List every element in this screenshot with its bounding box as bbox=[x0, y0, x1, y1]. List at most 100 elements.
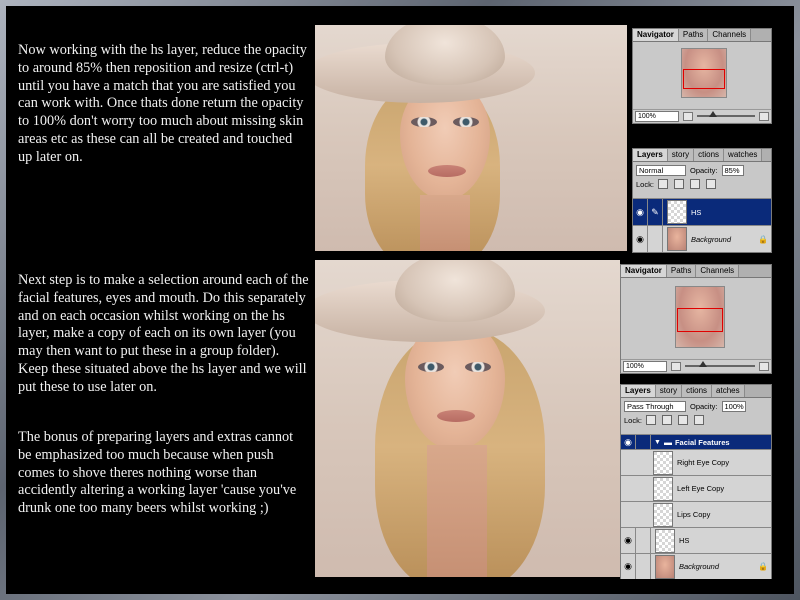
opacity-label: Opacity: bbox=[690, 402, 718, 411]
navigator-panel: Navigator Paths Channels 100% bbox=[632, 28, 772, 124]
photo-woman-cowboy-hat-1 bbox=[315, 25, 627, 251]
link-box[interactable] bbox=[636, 435, 651, 449]
lock-transparency-checkbox[interactable] bbox=[657, 179, 668, 189]
folder-expand-icon[interactable]: ▼ bbox=[654, 439, 661, 446]
lock-label: Lock: bbox=[636, 179, 654, 189]
opacity-field[interactable]: 85% bbox=[721, 165, 744, 176]
lock-all-checkbox[interactable] bbox=[705, 179, 716, 189]
layer-name: Left Eye Copy bbox=[677, 484, 725, 493]
tab-layers[interactable]: Layers bbox=[621, 385, 656, 397]
layers-panel-2: Layers story ctions atches Pass Through … bbox=[620, 384, 772, 579]
zoom-in-icon[interactable] bbox=[759, 361, 769, 371]
layer-row-left-eye-copy[interactable]: Left Eye Copy bbox=[621, 475, 771, 501]
tab-history[interactable]: story bbox=[667, 149, 695, 161]
blend-mode-select[interactable]: Normal bbox=[636, 165, 686, 176]
lock-position-checkbox[interactable] bbox=[677, 415, 688, 425]
zoom-slider[interactable] bbox=[697, 111, 755, 117]
lock-label: Lock: bbox=[624, 415, 642, 425]
tab-layers[interactable]: Layers bbox=[633, 149, 668, 161]
lock-row: Lock: bbox=[621, 415, 771, 425]
navigator-zoom-row: 100% bbox=[633, 109, 771, 122]
opacity-label: Opacity: bbox=[690, 166, 718, 175]
lock-position-checkbox[interactable] bbox=[689, 179, 700, 189]
brush-icon[interactable]: ✎ bbox=[648, 199, 663, 225]
link-box[interactable] bbox=[648, 226, 663, 252]
tab-actions[interactable]: ctions bbox=[682, 385, 713, 397]
layer-row-right-eye-copy[interactable]: Right Eye Copy bbox=[621, 449, 771, 475]
zoom-slider[interactable] bbox=[685, 361, 755, 367]
layers-panel: Layers story ctions watches Normal Opaci… bbox=[632, 148, 772, 253]
opacity-field[interactable]: 100% bbox=[721, 401, 746, 412]
tab-navigator[interactable]: Navigator bbox=[621, 265, 667, 277]
visibility-eye-icon[interactable]: ◉ bbox=[633, 199, 648, 225]
layer-group-facial-features[interactable]: ◉ ▼ ▬ Facial Features bbox=[621, 434, 771, 449]
tab-channels[interactable]: Channels bbox=[708, 29, 752, 41]
navigator-view-box[interactable] bbox=[683, 69, 725, 89]
page-frame: Now working with the hs layer, reduce th… bbox=[0, 0, 800, 600]
lock-all-checkbox[interactable] bbox=[693, 415, 704, 425]
zoom-in-icon[interactable] bbox=[759, 111, 769, 121]
tab-swatches[interactable]: watches bbox=[724, 149, 763, 161]
content-area: Now working with the hs layer, reduce th… bbox=[6, 6, 794, 594]
layer-thumbnail bbox=[653, 476, 673, 501]
layer-thumbnail bbox=[653, 502, 673, 527]
navigator-panel-2: Navigator Paths Channels 100% bbox=[620, 264, 772, 374]
lock-image-checkbox[interactable] bbox=[661, 415, 672, 425]
zoom-field[interactable]: 100% bbox=[635, 110, 679, 122]
lock-image-checkbox[interactable] bbox=[673, 179, 684, 189]
layer-name: HS bbox=[679, 536, 690, 545]
instruction-paragraph-1: Now working with the hs layer, reduce th… bbox=[18, 42, 307, 165]
folder-name: Facial Features bbox=[674, 437, 730, 447]
tab-history[interactable]: story bbox=[655, 385, 683, 397]
screenshot-2 bbox=[315, 260, 620, 577]
zoom-out-icon[interactable] bbox=[671, 361, 681, 371]
photo-woman-cowboy-hat-2 bbox=[315, 260, 620, 577]
blend-row: Pass Through Opacity: 100% bbox=[621, 401, 771, 412]
lock-row: Lock: bbox=[633, 179, 771, 189]
layer-row-hs[interactable]: ◉ HS bbox=[621, 527, 771, 553]
tab-actions[interactable]: ctions bbox=[694, 149, 725, 161]
lock-icon: 🔒 bbox=[758, 562, 768, 571]
lock-icon: 🔒 bbox=[758, 234, 768, 244]
layer-name: Background bbox=[691, 234, 732, 244]
tab-paths[interactable]: Paths bbox=[666, 265, 697, 277]
tab-paths[interactable]: Paths bbox=[678, 29, 709, 41]
layer-thumbnail bbox=[667, 227, 687, 251]
layer-thumbnail bbox=[667, 200, 687, 224]
tab-swatches[interactable]: atches bbox=[712, 385, 745, 397]
link-box[interactable] bbox=[636, 528, 651, 553]
layer-row-hs[interactable]: ◉ ✎ HS bbox=[633, 198, 771, 225]
screenshot-1 bbox=[315, 25, 627, 251]
navigator-view-box[interactable] bbox=[677, 308, 723, 332]
layers-body: Normal Opacity: 85% Lock: ◉ ✎ HS ◉ Backg… bbox=[633, 162, 771, 252]
layer-name: Lips Copy bbox=[677, 510, 711, 519]
visibility-eye-icon[interactable]: ◉ bbox=[621, 435, 636, 449]
navigator-preview bbox=[621, 278, 771, 358]
zoom-field[interactable]: 100% bbox=[623, 360, 667, 372]
link-box[interactable] bbox=[636, 554, 651, 579]
blend-mode-select[interactable]: Pass Through bbox=[624, 401, 686, 412]
tab-channels[interactable]: Channels bbox=[696, 265, 740, 277]
layer-row-lips-copy[interactable]: Lips Copy bbox=[621, 501, 771, 527]
blend-row: Normal Opacity: 85% bbox=[633, 165, 771, 176]
folder-icon: ▬ bbox=[663, 437, 672, 447]
layers-tabs: Layers story ctions watches bbox=[633, 149, 771, 162]
layer-thumbnail bbox=[655, 554, 675, 579]
layer-thumbnail bbox=[655, 528, 675, 553]
navigator-preview bbox=[633, 42, 771, 108]
navigator-tabs: Navigator Paths Channels bbox=[633, 29, 771, 42]
instruction-paragraph-2: Next step is to make a selection around … bbox=[18, 272, 309, 395]
layer-thumbnail bbox=[653, 450, 673, 475]
navigator-tabs: Navigator Paths Channels bbox=[621, 265, 771, 278]
lock-transparency-checkbox[interactable] bbox=[645, 415, 656, 425]
layer-row-background[interactable]: ◉ Background 🔒 bbox=[621, 553, 771, 579]
navigator-zoom-row: 100% bbox=[621, 359, 771, 372]
layer-name: Right Eye Copy bbox=[677, 458, 730, 467]
zoom-out-icon[interactable] bbox=[683, 111, 693, 121]
tab-navigator[interactable]: Navigator bbox=[633, 29, 679, 41]
layer-name: HS bbox=[691, 207, 702, 217]
visibility-eye-icon[interactable]: ◉ bbox=[621, 554, 636, 579]
visibility-eye-icon[interactable]: ◉ bbox=[621, 528, 636, 553]
visibility-eye-icon[interactable]: ◉ bbox=[633, 226, 648, 252]
layer-row-background[interactable]: ◉ Background 🔒 bbox=[633, 225, 771, 252]
